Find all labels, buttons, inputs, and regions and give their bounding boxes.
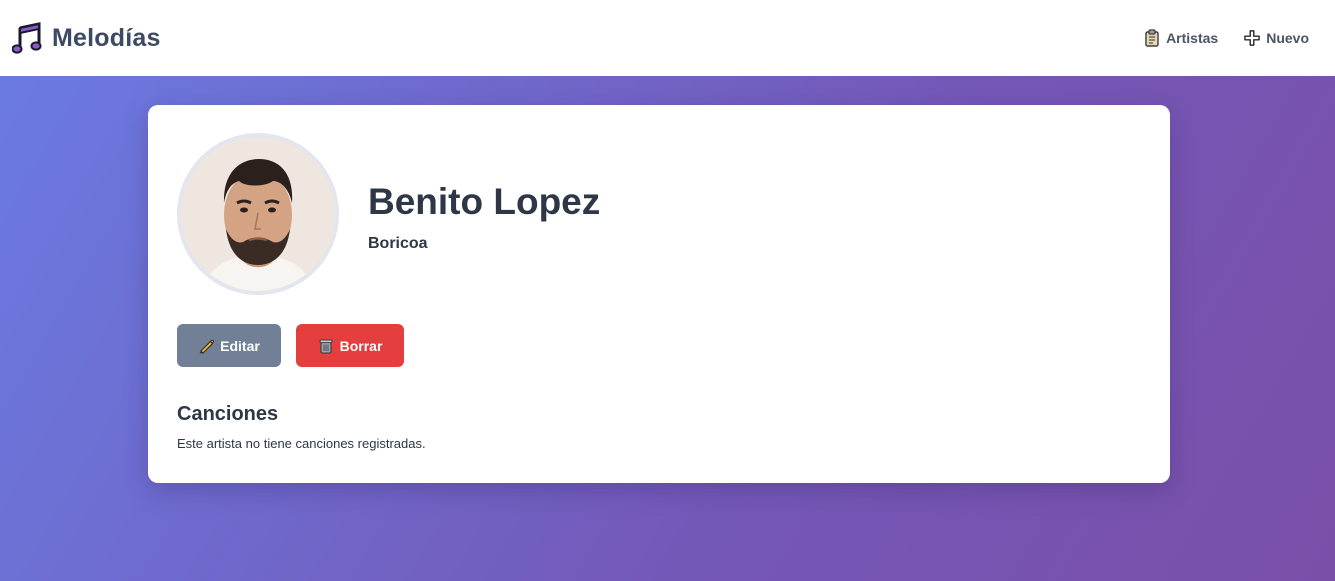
artist-avatar — [177, 133, 339, 295]
brand-link[interactable]: Melodías — [12, 22, 161, 54]
nav-link-label: Artistas — [1166, 30, 1219, 46]
music-notes-icon — [12, 22, 42, 54]
brand-name: Melodías — [52, 23, 161, 52]
navbar: Melodías Artistas Nuevo — [0, 0, 1335, 76]
songs-empty-message: Este artista no tiene canciones registra… — [177, 436, 426, 451]
nav-link-artistas[interactable]: Artistas — [1144, 29, 1218, 47]
trash-icon — [319, 339, 333, 354]
edit-button[interactable]: Editar — [177, 324, 281, 367]
artist-card: Benito Lopez Boricoa Editar Borrar Canci… — [148, 105, 1170, 483]
delete-button-label: Borrar — [339, 337, 383, 354]
edit-button-label: Editar — [220, 337, 260, 354]
songs-section-title: Canciones — [177, 403, 279, 425]
artist-origin: Boricoa — [368, 235, 428, 252]
nav-link-nuevo[interactable]: Nuevo — [1244, 29, 1309, 47]
pencil-icon — [199, 339, 215, 354]
delete-button[interactable]: Borrar — [296, 324, 404, 367]
artist-photo — [181, 137, 335, 291]
clipboard-icon — [1145, 29, 1159, 47]
nav-link-label: Nuevo — [1266, 30, 1309, 46]
nav-links: Artistas Nuevo — [1144, 29, 1309, 47]
artist-name: Benito Lopez — [368, 181, 601, 222]
plus-icon — [1244, 30, 1261, 46]
